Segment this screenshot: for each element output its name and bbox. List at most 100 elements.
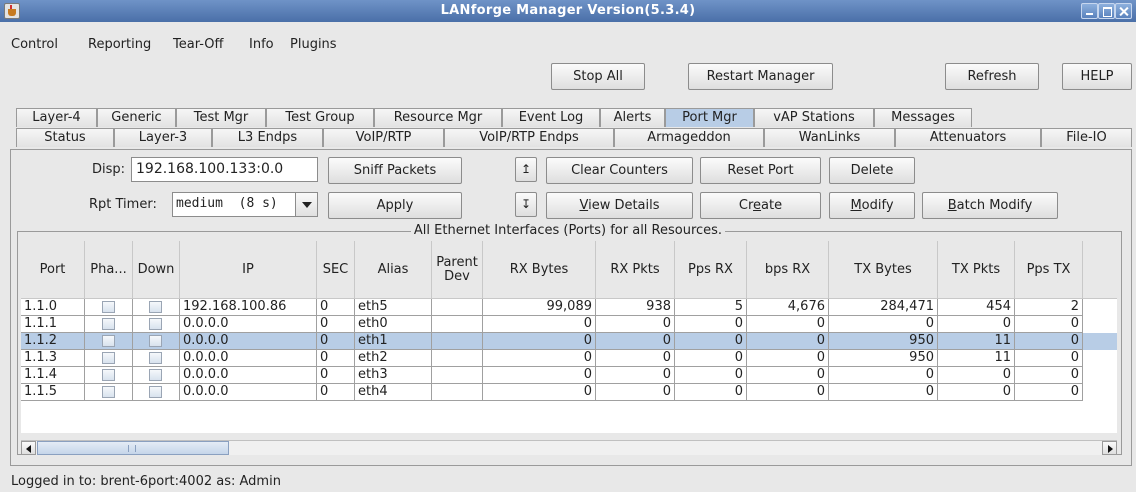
- horizontal-scrollbar[interactable]: [21, 440, 1117, 455]
- table-row[interactable]: 1.1.5 0.0.0.0 0 eth4 0 0 0 0 0 0 0: [21, 384, 1117, 401]
- table-row[interactable]: 1.1.4 0.0.0.0 0 eth3 0 0 0 0 0 0 0: [21, 367, 1117, 384]
- col-bps-rx[interactable]: bps RX: [747, 241, 829, 299]
- phantom-checkbox[interactable]: [102, 369, 115, 381]
- tab-vap-stations[interactable]: vAP Stations: [754, 108, 874, 127]
- table-row[interactable]: 1.1.1 0.0.0.0 0 eth0 0 0 0 0 0 0 0: [21, 316, 1117, 333]
- restart-manager-button[interactable]: Restart Manager: [688, 63, 833, 90]
- minimize-button[interactable]: [1081, 3, 1098, 19]
- tab-test-mgr[interactable]: Test Mgr: [176, 108, 266, 127]
- scrollbar-thumb[interactable]: [37, 441, 229, 455]
- tab-file-io[interactable]: File-IO: [1041, 128, 1132, 147]
- tab-attenuators[interactable]: Attenuators: [895, 128, 1041, 147]
- cell-parent-dev: [432, 316, 483, 333]
- menu-plugins[interactable]: Plugins: [290, 37, 337, 52]
- table-row[interactable]: 1.1.3 0.0.0.0 0 eth2 0 0 0 0 950 11 0: [21, 350, 1117, 367]
- down-checkbox[interactable]: [149, 318, 162, 330]
- cell-pps-rx: 0: [675, 350, 747, 367]
- phantom-checkbox[interactable]: [102, 318, 115, 330]
- refresh-button[interactable]: Refresh: [945, 63, 1039, 90]
- clear-counters-button[interactable]: Clear Counters: [546, 157, 693, 184]
- cell-tx-bytes: 0: [829, 384, 938, 401]
- stop-all-button[interactable]: Stop All: [551, 63, 645, 90]
- tab-generic[interactable]: Generic: [97, 108, 176, 127]
- rpt-timer-value: medium (8 s): [176, 196, 278, 211]
- reset-port-button[interactable]: Reset Port: [700, 157, 821, 184]
- help-button[interactable]: HELP: [1062, 63, 1132, 90]
- delete-button[interactable]: Delete: [829, 157, 915, 184]
- col-sec[interactable]: SEC: [317, 241, 355, 299]
- cell-parent-dev: [432, 333, 483, 350]
- tab-layer-4[interactable]: Layer-4: [16, 108, 97, 127]
- sort-down-icon[interactable]: ↧: [515, 192, 537, 217]
- menu-reporting[interactable]: Reporting: [88, 37, 151, 52]
- sort-up-icon[interactable]: ↥: [515, 157, 537, 182]
- col-ip[interactable]: IP: [180, 241, 317, 299]
- col-down[interactable]: Down: [133, 241, 180, 299]
- disp-field[interactable]: 192.168.100.133:0.0: [131, 157, 318, 182]
- tab-armageddon[interactable]: Armageddon: [614, 128, 764, 147]
- menu-tear-off[interactable]: Tear-Off: [173, 37, 223, 52]
- tab-wanlinks[interactable]: WanLinks: [764, 128, 895, 147]
- scroll-right-icon[interactable]: [1102, 441, 1117, 455]
- col-alias[interactable]: Alias: [355, 241, 432, 299]
- col-phantom[interactable]: Pha...: [85, 241, 133, 299]
- menu-info[interactable]: Info: [249, 37, 274, 52]
- cell-port: 1.1.2: [21, 333, 85, 350]
- cell-pps-tx: 0: [1015, 367, 1083, 384]
- col-parent-dev[interactable]: Parent Dev: [432, 241, 483, 299]
- tab-alerts[interactable]: Alerts: [600, 108, 665, 127]
- col-pps-rx[interactable]: Pps RX: [675, 241, 747, 299]
- close-button[interactable]: [1115, 3, 1132, 19]
- tab-status[interactable]: Status: [16, 128, 114, 147]
- rpt-timer-select[interactable]: medium (8 s): [172, 192, 318, 217]
- phantom-checkbox[interactable]: [102, 386, 115, 398]
- col-tx-bytes[interactable]: TX Bytes: [829, 241, 938, 299]
- cell-phantom: [85, 316, 133, 333]
- chevron-down-icon[interactable]: [295, 193, 317, 216]
- cell-phantom: [85, 350, 133, 367]
- down-checkbox[interactable]: [149, 369, 162, 381]
- col-pps-tx[interactable]: Pps TX: [1015, 241, 1083, 299]
- table-row-selected[interactable]: 1.1.2 0.0.0.0 0 eth1 0 0 0 0 950 11 0: [21, 333, 1117, 350]
- tab-voip-rtp[interactable]: VoIP/RTP: [323, 128, 444, 147]
- cell-tx-bytes: 950: [829, 333, 938, 350]
- apply-button[interactable]: Apply: [328, 192, 462, 219]
- maximize-button[interactable]: [1098, 3, 1115, 19]
- menu-control[interactable]: Control: [11, 37, 58, 52]
- col-tx-pkts[interactable]: TX Pkts: [938, 241, 1015, 299]
- scroll-left-icon[interactable]: [21, 441, 36, 455]
- view-details-button[interactable]: View Details: [546, 192, 693, 219]
- down-checkbox[interactable]: [149, 301, 162, 313]
- tab-messages[interactable]: Messages: [874, 108, 972, 127]
- cell-down: [133, 350, 180, 367]
- tab-test-group[interactable]: Test Group: [266, 108, 374, 127]
- col-port[interactable]: Port: [21, 241, 85, 299]
- cell-port: 1.1.1: [21, 316, 85, 333]
- tab-voip-rtp-endps[interactable]: VoIP/RTP Endps: [444, 128, 614, 147]
- phantom-checkbox[interactable]: [102, 352, 115, 364]
- table-row[interactable]: 1.1.0 192.168.100.86 0 eth5 99,089 938 5…: [21, 299, 1117, 316]
- sniff-packets-button[interactable]: Sniff Packets: [328, 157, 462, 184]
- create-button[interactable]: Create: [700, 192, 821, 219]
- col-rx-bytes[interactable]: RX Bytes: [483, 241, 596, 299]
- cell-pps-tx: 0: [1015, 350, 1083, 367]
- down-checkbox[interactable]: [149, 352, 162, 364]
- batch-modify-button[interactable]: Batch Modify: [922, 192, 1058, 219]
- cell-down: [133, 333, 180, 350]
- phantom-checkbox[interactable]: [102, 335, 115, 347]
- tab-layer-3[interactable]: Layer-3: [114, 128, 212, 147]
- tab-resource-mgr[interactable]: Resource Mgr: [374, 108, 502, 127]
- down-checkbox[interactable]: [149, 335, 162, 347]
- tab-l3-endps[interactable]: L3 Endps: [212, 128, 323, 147]
- cell-tx-pkts: 11: [938, 333, 1015, 350]
- modify-button[interactable]: Modify: [829, 192, 915, 219]
- cell-bps-rx: 0: [747, 384, 829, 401]
- tab-port-mgr[interactable]: Port Mgr: [665, 108, 754, 127]
- minimize-icon: [1082, 4, 1097, 18]
- tab-event-log[interactable]: Event Log: [502, 108, 600, 127]
- phantom-checkbox[interactable]: [102, 301, 115, 313]
- col-rx-pkts[interactable]: RX Pkts: [596, 241, 675, 299]
- cell-ip: 0.0.0.0: [180, 384, 317, 401]
- down-checkbox[interactable]: [149, 386, 162, 398]
- cell-rx-pkts: 938: [596, 299, 675, 316]
